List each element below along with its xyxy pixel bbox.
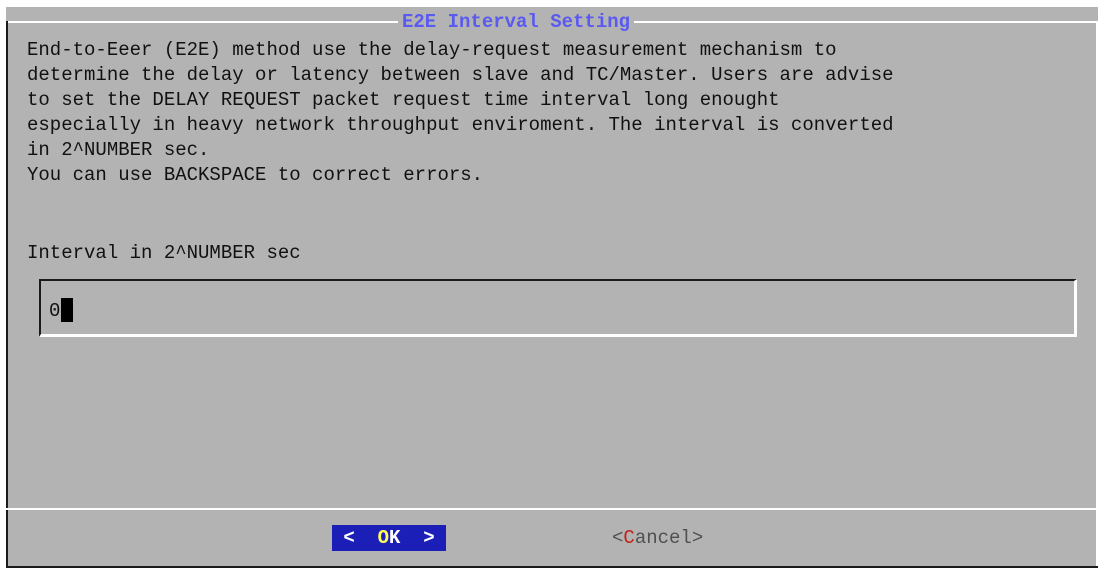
ok-button-hotkey: O <box>377 527 389 549</box>
dialog-frame-right <box>1096 21 1098 568</box>
description-line: especially in heavy network throughput e… <box>27 114 894 136</box>
cancel-button-left-bracket: < <box>612 527 624 549</box>
input-prompt-label: Interval in 2^NUMBER sec <box>27 242 301 264</box>
description-line: to set the DELAY REQUEST packet request … <box>27 89 780 111</box>
cancel-button-label-rest: ancel <box>634 527 692 549</box>
cancel-button-hotkey: C <box>623 527 635 549</box>
ok-button-left-bracket: < <box>343 527 355 549</box>
ok-button-right-bracket: > <box>423 527 435 549</box>
interval-input-value[interactable]: 0 <box>49 299 60 323</box>
ok-button[interactable]: < OK > <box>332 525 446 551</box>
dialog-frame-bottom <box>6 566 1098 568</box>
description-line: You can use BACKSPACE to correct errors. <box>27 164 484 186</box>
interval-input-field[interactable]: 0 <box>39 279 1077 337</box>
button-separator <box>6 508 1098 510</box>
dialog-title: E2E Interval Setting <box>398 11 635 33</box>
cancel-button[interactable]: <Cancel> <box>612 525 703 551</box>
description-line: determine the delay or latency between s… <box>27 64 894 86</box>
e2e-interval-dialog: E2E Interval Setting End-to-Eeer (E2E) m… <box>6 7 1098 568</box>
dialog-description: End-to-Eeer (E2E) method use the delay-r… <box>27 38 1087 188</box>
text-cursor <box>61 298 73 322</box>
ok-button-label-rest: K <box>389 527 401 549</box>
dialog-frame-left <box>6 21 8 568</box>
cancel-button-right-bracket: > <box>691 527 704 549</box>
description-line: in 2^NUMBER sec. <box>27 139 210 161</box>
description-line: End-to-Eeer (E2E) method use the delay-r… <box>27 39 837 61</box>
